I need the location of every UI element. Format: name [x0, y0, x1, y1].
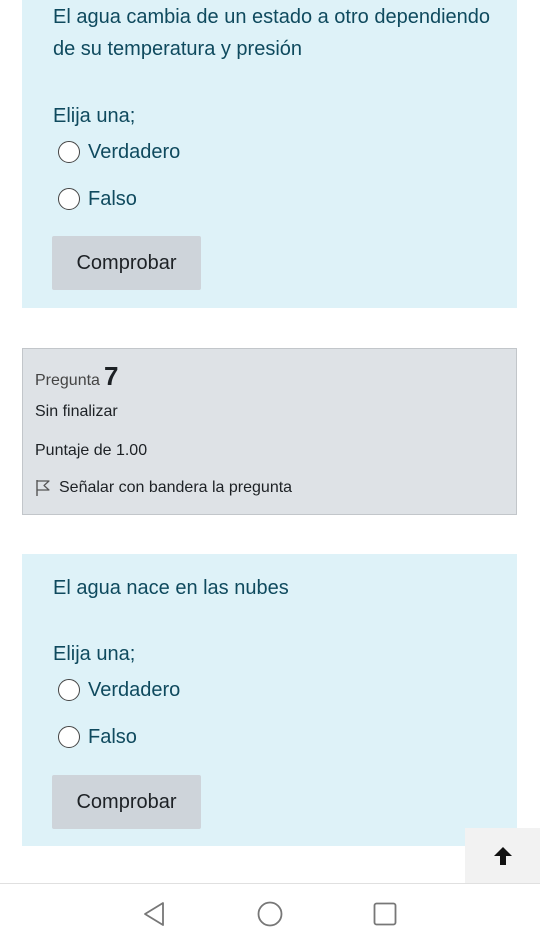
triangle-back-icon: [144, 902, 164, 926]
question-6-option-false[interactable]: Falso: [58, 184, 137, 214]
arrow-up-icon: [493, 846, 512, 865]
system-navigation-bar: [0, 883, 540, 944]
question-7-info: Pregunta 7 Sin finalizar Puntaje de 1.00…: [22, 348, 517, 515]
option-label: Verdadero: [88, 678, 181, 701]
question-6-prompt: Elija una;: [53, 105, 136, 127]
radio-button[interactable]: [58, 679, 80, 701]
question-grade: Puntaje de 1.00: [35, 442, 148, 459]
radio-button[interactable]: [58, 188, 80, 210]
question-7-check-button[interactable]: Comprobar: [52, 775, 201, 829]
question-number-value: 7: [103, 361, 119, 391]
flag-question-toggle[interactable]: Señalar con bandera la pregunta: [35, 479, 292, 497]
question-7-option-true[interactable]: Verdadero: [58, 675, 180, 705]
question-number: Pregunta 7: [35, 361, 118, 392]
nav-home-button[interactable]: [256, 900, 284, 933]
radio-button[interactable]: [58, 726, 80, 748]
question-label: Pregunta: [35, 372, 100, 389]
question-6-formulation: El agua cambia de un estado a otro depen…: [22, 0, 517, 308]
question-state: Sin finalizar: [35, 403, 118, 420]
back-to-top-button[interactable]: [465, 828, 540, 883]
question-7-formulation: El agua nace en las nubes Elija una; Ver…: [22, 554, 517, 846]
option-label: Falso: [88, 187, 137, 210]
nav-recents-button[interactable]: [372, 901, 398, 932]
question-7-prompt: Elija una;: [53, 643, 136, 665]
flag-label: Señalar con bandera la pregunta: [59, 479, 293, 496]
circle-home-icon: [257, 901, 283, 927]
flag-outline-icon: [36, 480, 50, 496]
question-7-text: El agua nace en las nubes: [53, 577, 289, 599]
nav-back-button[interactable]: [141, 900, 167, 933]
option-label: Verdadero: [88, 140, 181, 163]
question-6-option-true[interactable]: Verdadero: [58, 137, 180, 167]
question-7-option-false[interactable]: Falso: [58, 722, 137, 752]
option-label: Falso: [88, 725, 137, 748]
square-recents-icon: [373, 902, 397, 926]
question-6-text: El agua cambia de un estado a otro depen…: [53, 6, 491, 60]
radio-button[interactable]: [58, 141, 80, 163]
question-6-check-button[interactable]: Comprobar: [52, 236, 201, 290]
